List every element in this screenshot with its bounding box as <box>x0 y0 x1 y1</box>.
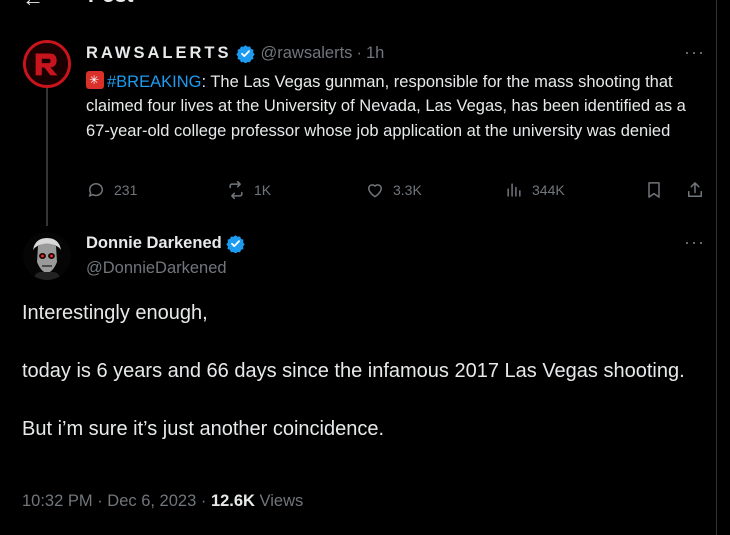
repost-icon <box>229 180 243 200</box>
share-icon <box>688 182 702 197</box>
verified-badge-icon[interactable] <box>226 234 245 253</box>
verified-badge-icon[interactable] <box>235 44 255 63</box>
siren-emoji-icon <box>86 71 104 89</box>
bookmark-button[interactable] <box>644 180 664 200</box>
rawsalerts-logo-icon <box>26 43 68 85</box>
tweet2-paragraph: today is 6 years and 66 days since the i… <box>22 360 685 382</box>
bookmark-icon <box>648 182 660 198</box>
thread-connector-line <box>46 86 48 226</box>
tweet2-views-label: Views <box>254 492 304 510</box>
tweet2-metadata: 10:32 PM · Dec 6, 2023 · 12.6K Views <box>22 492 303 511</box>
tweet2-author-row: Donnie Darkened <box>86 234 245 253</box>
tweet1-handle[interactable]: @rawsalerts <box>261 44 353 63</box>
tweet2-paragraph: Interestingly enough, <box>22 302 208 324</box>
tweet2-display-name[interactable]: Donnie Darkened <box>86 234 222 253</box>
reply-icon <box>88 183 103 197</box>
more-options-icon[interactable]: ··· <box>684 42 705 63</box>
repost-button[interactable]: 1K <box>226 180 271 200</box>
tweet2-timestamp[interactable]: 10:32 PM · Dec 6, 2023 · <box>22 492 211 510</box>
bar-chart-icon <box>507 183 521 197</box>
reply-button[interactable]: 231 <box>86 180 137 200</box>
scrollbar[interactable] <box>717 0 730 535</box>
tweet1-action-bar: 231 1K 3.3K 344K <box>86 180 711 204</box>
tweet2-body: Interestingly enough, today is 6 years a… <box>22 299 702 444</box>
tweet2-paragraph: But i’m sure it’s just another coinciden… <box>22 418 385 440</box>
tweet1-author-row: RAWSALERTS @rawsalerts · 1h <box>86 44 384 63</box>
tweet2-views-count: 12.6K <box>210 492 255 510</box>
avatar-rawsalerts[interactable] <box>23 40 71 88</box>
tweet1-text: #BREAKING: The Las Vegas gunman, respons… <box>86 70 708 143</box>
repost-count: 1K <box>254 182 272 198</box>
heart-icon <box>368 184 382 198</box>
back-arrow-icon[interactable]: ← <box>22 0 44 12</box>
tweet1-separator: · <box>356 44 362 62</box>
page-title: Post <box>88 0 134 8</box>
breaking-hashtag-link[interactable]: #BREAKING <box>107 73 201 91</box>
page-header: ← Post <box>0 0 717 12</box>
post-thread-panel: ← Post RAWSALERTS @rawsalerts · 1h ··· #… <box>0 0 717 535</box>
like-button[interactable]: 3.3K <box>365 180 422 200</box>
avatar-donniedarkened[interactable] <box>23 232 71 280</box>
like-count: 3.3K <box>393 182 422 198</box>
tweet1-display-name[interactable]: RAWSALERTS <box>86 44 232 63</box>
views-button[interactable]: 344K <box>504 180 565 200</box>
view-count: 344K <box>532 182 565 198</box>
skull-portrait-icon <box>23 232 71 280</box>
tweet2-handle[interactable]: @DonnieDarkened <box>86 259 227 278</box>
more-options-icon[interactable]: ··· <box>684 232 705 253</box>
share-button[interactable] <box>685 180 705 200</box>
reply-count: 231 <box>114 182 138 198</box>
tweet1-time[interactable]: 1h <box>366 44 384 63</box>
